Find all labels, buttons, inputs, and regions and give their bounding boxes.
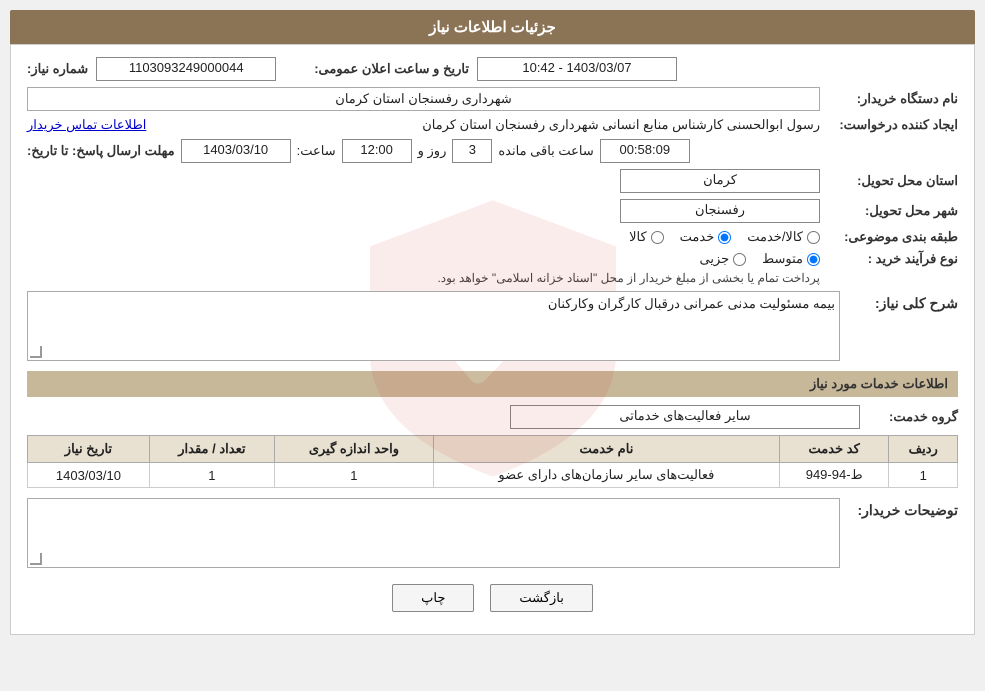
cell-nam: فعالیت‌های سایر سازمان‌های دارای عضو [433,463,779,488]
tarikh-label: تاریخ و ساعت اعلان عمومی: [314,61,469,77]
cell-tarikh: 1403/03/10 [28,463,150,488]
radio-jozii-label: جزیی [699,251,729,267]
tabaqe-label: طبقه بندی موضوعی: [828,229,958,245]
gorohe-label: گروه خدمت: [868,409,958,425]
radio-kala-khadamat[interactable]: کالا/خدمت [747,229,820,245]
mohlat-saat-value: 12:00 [342,139,412,163]
saat-baqi-value: 00:58:09 [600,139,690,163]
mohlat-label: مهلت ارسال پاسخ: تا تاریخ: [27,143,175,159]
shomare-niyaz-value: 1103093249000044 [96,57,276,81]
radio-motevasset-label: متوسط [762,251,803,267]
ostan-label: استان محل تحویل: [828,173,958,189]
col-nam: نام خدمت [433,436,779,463]
noe-farayand-note: پرداخت تمام یا بخشی از مبلغ خریدار از مح… [437,271,820,285]
radio-jozii[interactable]: جزیی [699,251,746,267]
back-button[interactable]: بازگشت [490,584,592,612]
radio-kala[interactable]: کالا [629,229,664,245]
gorohe-value: سایر فعالیت‌های خدماتی [510,405,860,429]
mohlat-roz-label: روز و [418,143,447,159]
col-tarikh: تاریخ نیاز [28,436,150,463]
tozihat-label: توضیحات خریدار: [848,498,958,519]
table-row: 1ط-94-949فعالیت‌های سایر سازمان‌های دارا… [28,463,958,488]
saat-baqi-label: ساعت باقی مانده [498,143,593,159]
resize-handle[interactable] [30,346,42,358]
cell-radif: 1 [889,463,958,488]
ostan-value: کرمان [620,169,820,193]
col-vahed: واحد اندازه گیری [274,436,433,463]
tozihat-box [27,498,840,568]
header-title: جزئیات اطلاعات نیاز [429,19,556,36]
tabaqe-radio-group: کالا/خدمت خدمت کالا [629,229,820,245]
cell-kod: ط-94-949 [779,463,889,488]
nam-dastgah-value: شهرداری رفسنجان استان کرمان [27,87,820,111]
shahr-value: رفسنجان [620,199,820,223]
ijad-konande-value: رسول ابوالحسنی کارشناس منابع انسانی شهرد… [170,117,820,133]
col-kod: کد خدمت [779,436,889,463]
radio-kala-khadamat-label: کالا/خدمت [747,229,803,245]
radio-khadamat-label: خدمت [680,229,715,245]
ettelaat-tamas-link[interactable]: اطلاعات تماس خریدار [27,117,146,133]
sharh-value: بیمه مسئولیت مدنی عمرانی درقبال کارگران … [548,296,835,311]
sharh-box: بیمه مسئولیت مدنی عمرانی درقبال کارگران … [27,291,840,361]
shomare-niyaz-label: شماره نیاز: [27,61,88,77]
mohlat-tarikh: 1403/03/10 [181,139,291,163]
tarikh-value: 1403/03/07 - 10:42 [477,57,677,81]
bottom-buttons: بازگشت چاپ [27,584,958,612]
sharh-label: شرح کلی نیاز: [848,291,958,312]
page-header: جزئیات اطلاعات نیاز [10,10,975,44]
cell-vahed: 1 [274,463,433,488]
services-table: ردیف کد خدمت نام خدمت واحد اندازه گیری ت… [27,435,958,488]
col-tedad: تعداد / مقدار [149,436,274,463]
print-button[interactable]: چاپ [392,584,474,612]
khadamat-section-title: اطلاعات خدمات مورد نیاز [27,371,958,397]
cell-tedad: 1 [149,463,274,488]
nam-dastgah-label: نام دستگاه خریدار: [828,91,958,107]
radio-motevasset[interactable]: متوسط [762,251,820,267]
radio-khadamat[interactable]: خدمت [680,229,732,245]
mohlat-saat-label: ساعت: [297,143,336,159]
radio-kala-label: کالا [629,229,647,245]
ijad-konande-label: ایجاد کننده درخواست: [828,117,958,133]
mohlat-roz-value: 3 [452,139,492,163]
noe-farayand-radio-group: متوسط جزیی [437,251,820,267]
col-radif: ردیف [889,436,958,463]
tozihat-resize-handle[interactable] [30,553,42,565]
shahr-label: شهر محل تحویل: [828,203,958,219]
noe-farayand-label: نوع فرآیند خرید : [828,251,958,267]
